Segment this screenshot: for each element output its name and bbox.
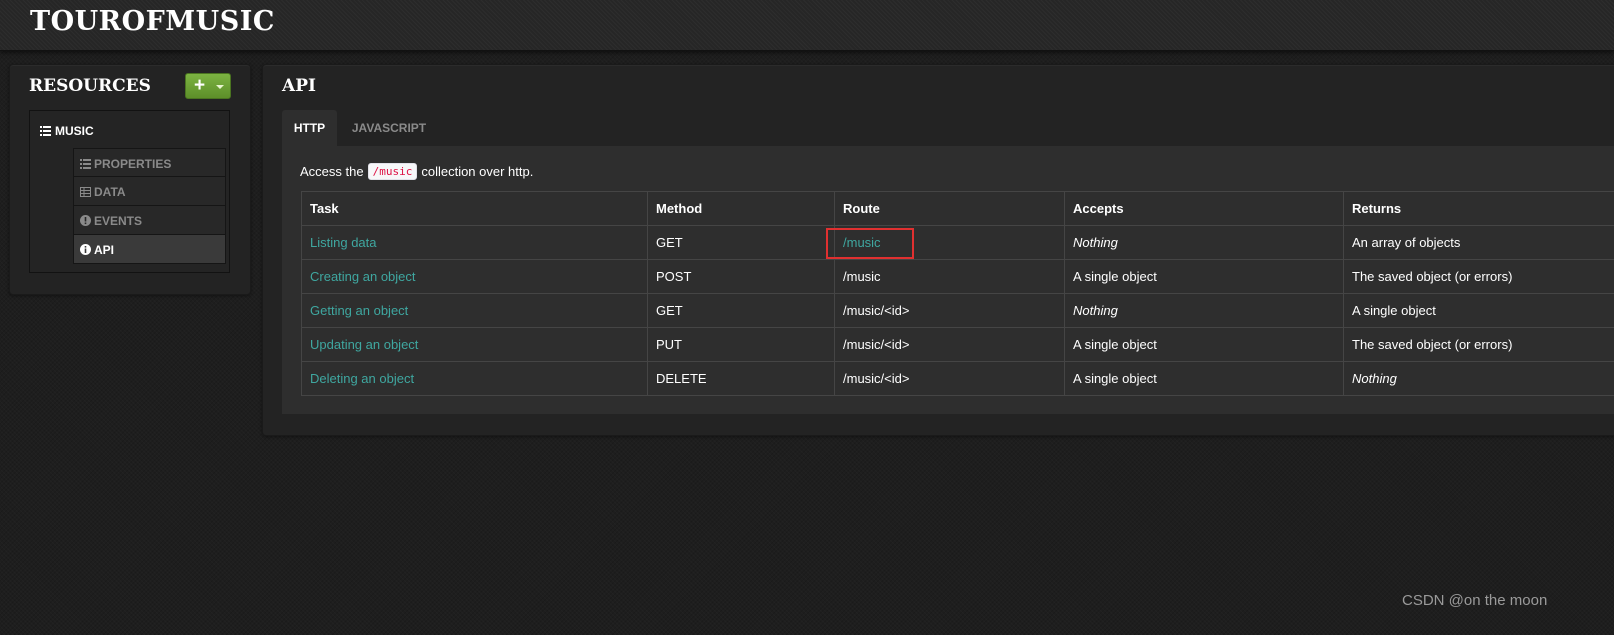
route-cell: /music (834, 259, 1065, 294)
sidebar-title: RESOURCES (29, 76, 151, 96)
accepts-cell: A single object (1064, 259, 1344, 294)
header-task: Task (301, 191, 648, 226)
method-cell: DELETE (647, 361, 835, 396)
accepts-cell: A single object (1064, 361, 1344, 396)
returns-cell: An array of objects (1343, 225, 1614, 260)
sidebar-item-label: PROPERTIES (94, 156, 172, 171)
route-cell: /music/<id> (834, 361, 1065, 396)
table-row: Deleting an object DELETE /music/<id> A … (301, 361, 1614, 396)
table-row: Listing data GET /music Nothing An array… (301, 225, 1614, 260)
header-returns: Returns (1343, 191, 1614, 226)
returns-cell: A single object (1343, 293, 1614, 328)
accepts-cell: A single object (1064, 327, 1344, 362)
sidebar-item-label: API (94, 242, 115, 257)
watermark: CSDN @on the moon (1402, 592, 1548, 609)
task-link[interactable]: Listing data (301, 225, 648, 260)
api-table: Task Method Route Accepts Returns Listin… (301, 191, 1614, 396)
sidebar-item-events[interactable]: EVENTS (73, 206, 226, 235)
sidebar-item-label: EVENTS (94, 213, 143, 228)
resource-music[interactable]: MUSIC (40, 123, 94, 139)
table-row: Creating an object POST /music A single … (301, 259, 1614, 294)
list-icon (80, 158, 91, 169)
returns-cell: The saved object (or errors) (1343, 327, 1614, 362)
api-panel: API HTTP JAVASCRIPT Access the/music coll… (262, 64, 1614, 436)
page-title: API (282, 76, 316, 96)
caret-down-icon (216, 85, 224, 89)
returns-cell: Nothing (1343, 361, 1614, 396)
header-accepts: Accepts (1064, 191, 1344, 226)
info-circle-icon (80, 244, 91, 256)
collection-code: /music (367, 163, 418, 180)
access-suffix: collection over http. (421, 164, 534, 179)
table-row: Getting an object GET /music/<id> Nothin… (301, 293, 1614, 328)
sidebar-item-label: DATA (94, 184, 126, 199)
tab-http[interactable]: HTTP (282, 110, 337, 146)
method-cell: GET (647, 293, 835, 328)
http-tab-content: Access the/music collection over http. Ta… (282, 146, 1614, 414)
sidebar-item-data[interactable]: DATA (73, 177, 226, 206)
accepts-cell: Nothing (1064, 293, 1344, 328)
route-highlight-annotation (826, 228, 914, 259)
task-link[interactable]: Updating an object (301, 327, 648, 362)
table-row: Updating an object PUT /music/<id> A sin… (301, 327, 1614, 362)
table-icon (80, 186, 91, 197)
task-link[interactable]: Getting an object (301, 293, 648, 328)
accepts-cell: Nothing (1064, 225, 1344, 260)
header-method: Method (647, 191, 835, 226)
route-cell: /music/<id> (834, 293, 1065, 328)
top-navbar: TOUROFMUSIC (0, 0, 1614, 51)
tab-javascript[interactable]: JAVASCRIPT (341, 110, 437, 146)
task-link[interactable]: Creating an object (301, 259, 648, 294)
method-cell: GET (647, 225, 835, 260)
method-cell: PUT (647, 327, 835, 362)
sidebar-item-properties[interactable]: PROPERTIES (73, 148, 226, 177)
add-resource-button[interactable]: + (185, 73, 231, 99)
app-brand[interactable]: TOUROFMUSIC (30, 6, 275, 37)
method-cell: POST (647, 259, 835, 294)
header-route: Route (834, 191, 1065, 226)
returns-cell: The saved object (or errors) (1343, 259, 1614, 294)
list-icon (40, 125, 51, 136)
exclamation-circle-icon (80, 215, 91, 227)
task-link[interactable]: Deleting an object (301, 361, 648, 396)
resource-music-label: MUSIC (55, 123, 94, 138)
route-cell: /music/<id> (834, 327, 1065, 362)
access-description: Access the/music collection over http. (300, 163, 533, 180)
access-prefix: Access the (300, 164, 364, 179)
resource-list: MUSIC PROPERTIES DATA EVENTS API (29, 110, 230, 273)
resources-sidebar: RESOURCES + MUSIC PROPERTIES DATA EVENTS… (9, 64, 251, 295)
table-header-row: Task Method Route Accepts Returns (301, 191, 1614, 226)
sidebar-item-api[interactable]: API (73, 235, 226, 264)
plus-icon: + (194, 75, 206, 96)
